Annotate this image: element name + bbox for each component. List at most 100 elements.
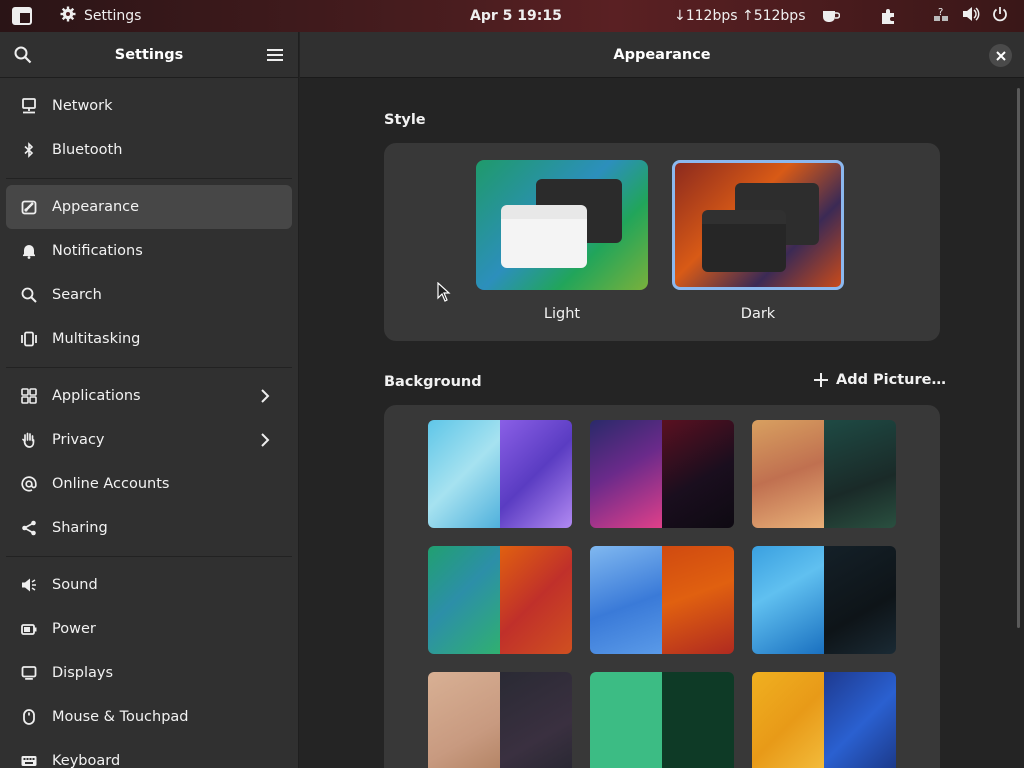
mouse-cursor-icon <box>437 281 451 306</box>
speaker-icon <box>20 576 38 594</box>
hamburger-menu-icon[interactable] <box>266 46 284 64</box>
style-option-light[interactable]: Light <box>476 160 648 322</box>
bluetooth-icon <box>20 141 38 159</box>
sidebar-item-online-accounts[interactable]: Online Accounts <box>6 462 292 506</box>
sidebar-list: Network Bluetooth Appearance Notificatio… <box>0 78 298 768</box>
sidebar-item-displays[interactable]: Displays <box>6 651 292 695</box>
chevron-right-icon <box>256 431 274 449</box>
style-option-label: Light <box>543 306 581 322</box>
sidebar-separator <box>6 178 292 179</box>
sidebar-item-label: Online Accounts <box>52 476 170 492</box>
wallpaper-tile[interactable] <box>752 672 896 768</box>
close-button[interactable] <box>989 44 1012 67</box>
appearance-icon <box>20 198 38 216</box>
sidebar-item-applications[interactable]: Applications <box>6 374 292 418</box>
sidebar: Settings Network Bluetooth Appearance No… <box>0 32 299 768</box>
share-icon <box>20 519 38 537</box>
power-icon <box>20 620 38 638</box>
grid-icon <box>20 387 38 405</box>
display-icon <box>20 664 38 682</box>
network-speed[interactable]: ↓112bps ↑512bps <box>674 0 806 32</box>
sidebar-item-label: Privacy <box>52 432 105 448</box>
style-heading: Style <box>384 112 426 128</box>
style-panel: Light Dark <box>384 143 940 341</box>
wallpaper-tile[interactable] <box>428 546 572 654</box>
wallpaper-tile[interactable] <box>752 546 896 654</box>
sidebar-item-label: Power <box>52 621 96 637</box>
sidebar-item-label: Bluetooth <box>52 142 123 158</box>
sidebar-item-label: Appearance <box>52 199 140 215</box>
sidebar-item-keyboard[interactable]: Keyboard <box>6 739 292 768</box>
wallpaper-tile[interactable] <box>428 672 572 768</box>
sidebar-header: Settings <box>0 32 298 78</box>
sidebar-item-appearance[interactable]: Appearance <box>6 185 292 229</box>
sidebar-item-label: Displays <box>52 665 114 681</box>
dark-style-thumbnail[interactable] <box>672 160 844 290</box>
apps-icon[interactable] <box>10 0 34 32</box>
sidebar-item-label: Notifications <box>52 243 143 259</box>
sidebar-item-bluetooth[interactable]: Bluetooth <box>6 128 292 172</box>
search-icon[interactable] <box>14 46 32 64</box>
sidebar-item-sound[interactable]: Sound <box>6 563 292 607</box>
extension-icon[interactable] <box>879 0 899 32</box>
background-grid <box>384 405 940 768</box>
sidebar-item-label: Multitasking <box>52 331 141 347</box>
wallpaper-tile[interactable] <box>428 420 572 528</box>
multitasking-icon <box>20 330 38 348</box>
sidebar-item-label: Network <box>52 98 113 114</box>
sidebar-item-network[interactable]: Network <box>6 84 292 128</box>
wallpaper-tile[interactable] <box>590 672 734 768</box>
add-picture-label: Add Picture… <box>836 372 946 388</box>
keyboard-icon <box>20 752 38 768</box>
svg-text:?: ? <box>938 7 943 18</box>
page-title: Appearance <box>613 46 711 63</box>
add-picture-button[interactable]: Add Picture… <box>814 372 946 388</box>
system-menu[interactable]: ? <box>932 0 1008 32</box>
close-icon <box>995 50 1006 61</box>
sidebar-item-privacy[interactable]: Privacy <box>6 418 292 462</box>
coffee-icon[interactable] <box>821 0 841 32</box>
active-app-menu[interactable]: Settings <box>60 0 141 32</box>
wallpaper-tile[interactable] <box>752 420 896 528</box>
plus-icon <box>814 373 828 387</box>
sidebar-item-label: Mouse & Touchpad <box>52 709 189 725</box>
hand-icon <box>20 431 38 449</box>
volume-icon <box>962 6 980 26</box>
network-icon <box>20 97 38 115</box>
sidebar-item-search[interactable]: Search <box>6 273 292 317</box>
light-style-thumbnail[interactable] <box>476 160 648 290</box>
sidebar-item-label: Search <box>52 287 102 303</box>
at-icon <box>20 475 38 493</box>
gear-icon <box>60 6 76 26</box>
sidebar-item-label: Sound <box>52 577 98 593</box>
main-panel: Appearance Style Light Dark Background A… <box>300 32 1024 768</box>
top-bar: Settings Apr 5 19:15 ↓112bps ↑512bps ? <box>0 0 1024 32</box>
sidebar-item-label: Sharing <box>52 520 108 536</box>
mouse-icon <box>20 708 38 726</box>
sidebar-item-label: Keyboard <box>52 753 121 768</box>
sidebar-separator <box>6 556 292 557</box>
background-heading: Background <box>384 374 482 390</box>
sidebar-item-notifications[interactable]: Notifications <box>6 229 292 273</box>
chevron-right-icon <box>256 387 274 405</box>
main-header: Appearance <box>300 32 1024 78</box>
sidebar-item-label: Applications <box>52 388 141 404</box>
sidebar-item-mouse-touchpad[interactable]: Mouse & Touchpad <box>6 695 292 739</box>
preview-window-front <box>702 210 786 272</box>
wallpaper-tile[interactable] <box>590 420 734 528</box>
scrollbar[interactable] <box>1017 88 1020 628</box>
wallpaper-tile[interactable] <box>590 546 734 654</box>
network-question-icon: ? <box>932 6 950 26</box>
preview-window-front <box>501 205 587 268</box>
bell-icon <box>20 242 38 260</box>
sidebar-title: Settings <box>114 46 184 63</box>
sidebar-item-multitasking[interactable]: Multitasking <box>6 317 292 361</box>
sidebar-item-sharing[interactable]: Sharing <box>6 506 292 550</box>
sidebar-item-power[interactable]: Power <box>6 607 292 651</box>
search-icon <box>20 286 38 304</box>
active-app-name: Settings <box>84 8 142 24</box>
power-icon <box>992 6 1008 26</box>
style-option-dark[interactable]: Dark <box>672 160 844 322</box>
clock[interactable]: Apr 5 19:15 <box>470 0 562 32</box>
sidebar-separator <box>6 367 292 368</box>
